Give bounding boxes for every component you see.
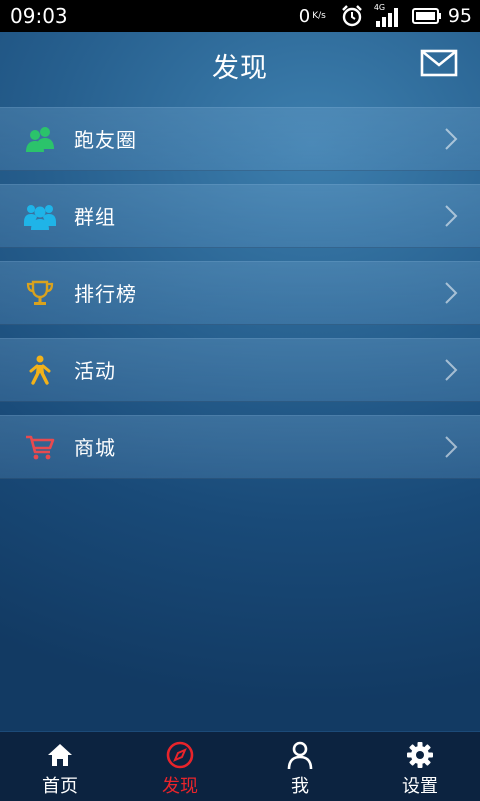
tab-label: 设置 — [402, 776, 438, 797]
app-header: 发现 — [0, 32, 480, 96]
menu-item-activities[interactable]: 活动 — [0, 338, 480, 402]
mail-button[interactable] — [420, 48, 458, 78]
battery-level: 95 — [447, 5, 472, 27]
gear-icon — [407, 742, 433, 768]
runner-friends-icon — [26, 127, 54, 152]
tab-settings[interactable]: 设置 — [360, 732, 480, 801]
battery-icon — [411, 7, 442, 25]
compass-icon — [166, 741, 194, 769]
menu-item-runner-friends[interactable]: 跑友圈 — [0, 107, 480, 171]
menu-item-groups[interactable]: 群组 — [0, 184, 480, 248]
menu-item-label: 群组 — [74, 205, 116, 229]
menu-item-leaderboard[interactable]: 排行榜 — [0, 261, 480, 325]
menu-item-label: 排行榜 — [74, 282, 137, 306]
mail-icon — [420, 49, 458, 77]
status-time: 09:03 — [10, 4, 68, 28]
chevron-right-icon — [445, 128, 458, 150]
tab-label: 我 — [291, 776, 309, 797]
signal-strength-icon: 4G — [374, 4, 402, 28]
chevron-right-icon — [445, 282, 458, 304]
bottom-tab-bar: 首页 发现 我 设置 — [0, 731, 480, 801]
home-icon — [48, 744, 72, 766]
menu-item-label: 活动 — [74, 359, 116, 383]
chevron-right-icon — [445, 359, 458, 381]
alarm-clock-icon — [340, 4, 364, 28]
menu-item-mall[interactable]: 商城 — [0, 415, 480, 479]
trophy-icon — [26, 280, 54, 305]
discover-menu: 跑友圈 群组 排行榜 活动 商城 — [0, 107, 480, 492]
status-bar: 09:03 0 K/s 4G 95 — [0, 0, 480, 32]
tab-label: 发现 — [162, 776, 198, 797]
tab-discover[interactable]: 发现 — [120, 732, 240, 801]
chevron-right-icon — [445, 205, 458, 227]
page-title: 发现 — [212, 53, 268, 84]
menu-item-label: 商城 — [74, 436, 116, 460]
status-indicators: 0 K/s 4G 95 — [299, 3, 472, 29]
group-icon — [24, 205, 56, 230]
network-speed-value: 0 — [298, 5, 311, 27]
walking-person-icon — [29, 355, 51, 385]
tab-home[interactable]: 首页 — [0, 732, 120, 801]
network-speed-unit: K/s — [312, 10, 326, 21]
person-icon — [287, 741, 313, 770]
shopping-cart-icon — [26, 435, 55, 460]
tab-me[interactable]: 我 — [240, 732, 360, 801]
tab-label: 首页 — [42, 776, 78, 797]
chevron-right-icon — [445, 436, 458, 458]
menu-item-label: 跑友圈 — [74, 128, 137, 152]
